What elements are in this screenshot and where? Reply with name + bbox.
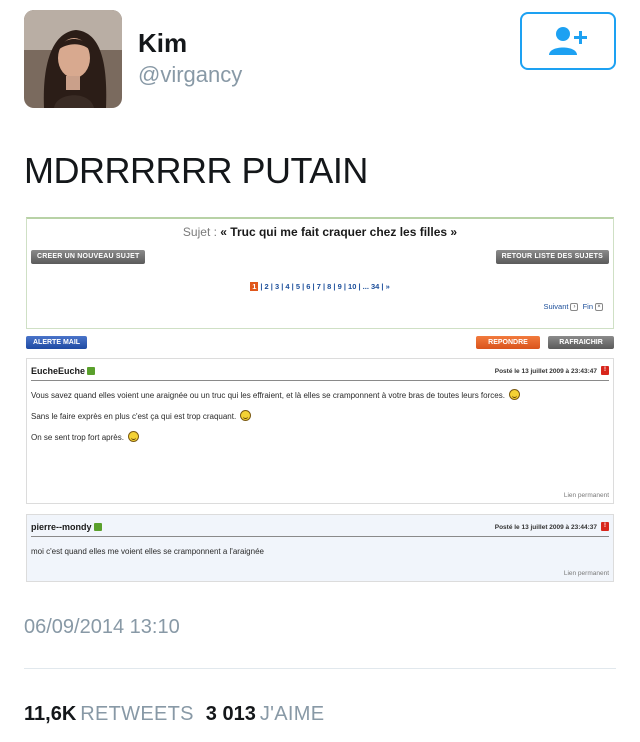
forum-post: pierre--mondy Posté le 13 juillet 2009 à… [26, 514, 614, 582]
current-page: 1 [250, 282, 259, 291]
reply-button: REPONDRE [476, 336, 540, 349]
subject-label: Sujet : [182, 225, 217, 239]
post-author-name: pierre--mondy [31, 522, 92, 532]
post-author: pierre--mondy [31, 522, 102, 532]
post-line: On se sent trop fort après. [31, 433, 124, 442]
alert-icon: ! [601, 366, 609, 375]
likes-label[interactable]: J'AIME [260, 703, 325, 725]
retweets-label[interactable]: RETWEETS [80, 703, 194, 725]
smiley-icon [509, 389, 521, 400]
next-label: Suivant [543, 302, 569, 311]
attached-image[interactable]: Sujet : « Truc qui me fait craquer chez … [24, 213, 616, 586]
post-date: Posté le 13 juillet 2009 à 23:44:37 [494, 524, 597, 531]
post-line: Vous savez quand elles voient une araign… [31, 391, 505, 400]
post-line: moi c'est quand elles me voient elles se… [31, 547, 264, 556]
tweet-stats: 11,6K RETWEETS 3 013 J'AIME [24, 703, 336, 726]
user-handle[interactable]: @virgancy [138, 62, 242, 88]
close-icon: × [595, 303, 603, 312]
refresh-button: RAFRAICHIR [548, 336, 614, 349]
add-user-icon [549, 27, 587, 55]
divider [24, 668, 616, 669]
post-body: moi c'est quand elles me voient elles se… [27, 545, 613, 558]
post-author: EucheEuche [31, 366, 96, 376]
follow-button[interactable] [520, 12, 616, 70]
smiley-icon [240, 410, 252, 421]
forum-post: EucheEuche Posté le 13 juillet 2009 à 23… [26, 358, 614, 504]
smiley-icon [128, 431, 140, 442]
subject-title: « Truc qui me fait craquer chez les fill… [220, 225, 458, 239]
post-author-name: EucheEuche [31, 366, 86, 376]
check-icon [87, 367, 96, 375]
permalink: Lien permanent [563, 570, 609, 577]
back-to-list-button: RETOUR LISTE DES SUJETS [495, 250, 609, 264]
page-nav: Suivant › Fin × [543, 302, 605, 312]
topic-box: Sujet : « Truc qui me fait craquer chez … [26, 217, 614, 329]
check-icon [93, 523, 102, 531]
tweet-text: MDRRRRRR PUTAIN [24, 150, 368, 191]
user-name[interactable]: Kim [138, 28, 187, 59]
retweets-count[interactable]: 11,6K [24, 703, 76, 725]
create-topic-button: CREER UN NOUVEAU SUJET [31, 250, 146, 264]
next-arrow-icon: › [570, 303, 579, 312]
post-date: Posté le 13 juillet 2009 à 23:43:47 [494, 368, 597, 375]
avatar[interactable] [24, 10, 122, 108]
post-body: Vous savez quand elles voient une araign… [27, 389, 613, 444]
pagination: 1 | 2 | 3 | 4 | 5 | 6 | 7 | 8 | 9 | 10 | … [27, 282, 613, 291]
page-links: | 2 | 3 | 4 | 5 | 6 | 7 | 8 | 9 | 10 | .… [260, 282, 390, 291]
likes-count[interactable]: 3 013 [206, 703, 256, 725]
topic-title: Sujet : « Truc qui me fait craquer chez … [27, 225, 613, 239]
post-line: Sans le faire exprès en plus c'est ça qu… [31, 412, 237, 421]
mail-alert-button: ALERTE MAIL [26, 336, 88, 349]
end-label: Fin [582, 302, 593, 311]
permalink: Lien permanent [563, 492, 609, 499]
tweet-timestamp[interactable]: 06/09/2014 13:10 [24, 616, 180, 639]
alert-icon: ! [601, 522, 609, 531]
